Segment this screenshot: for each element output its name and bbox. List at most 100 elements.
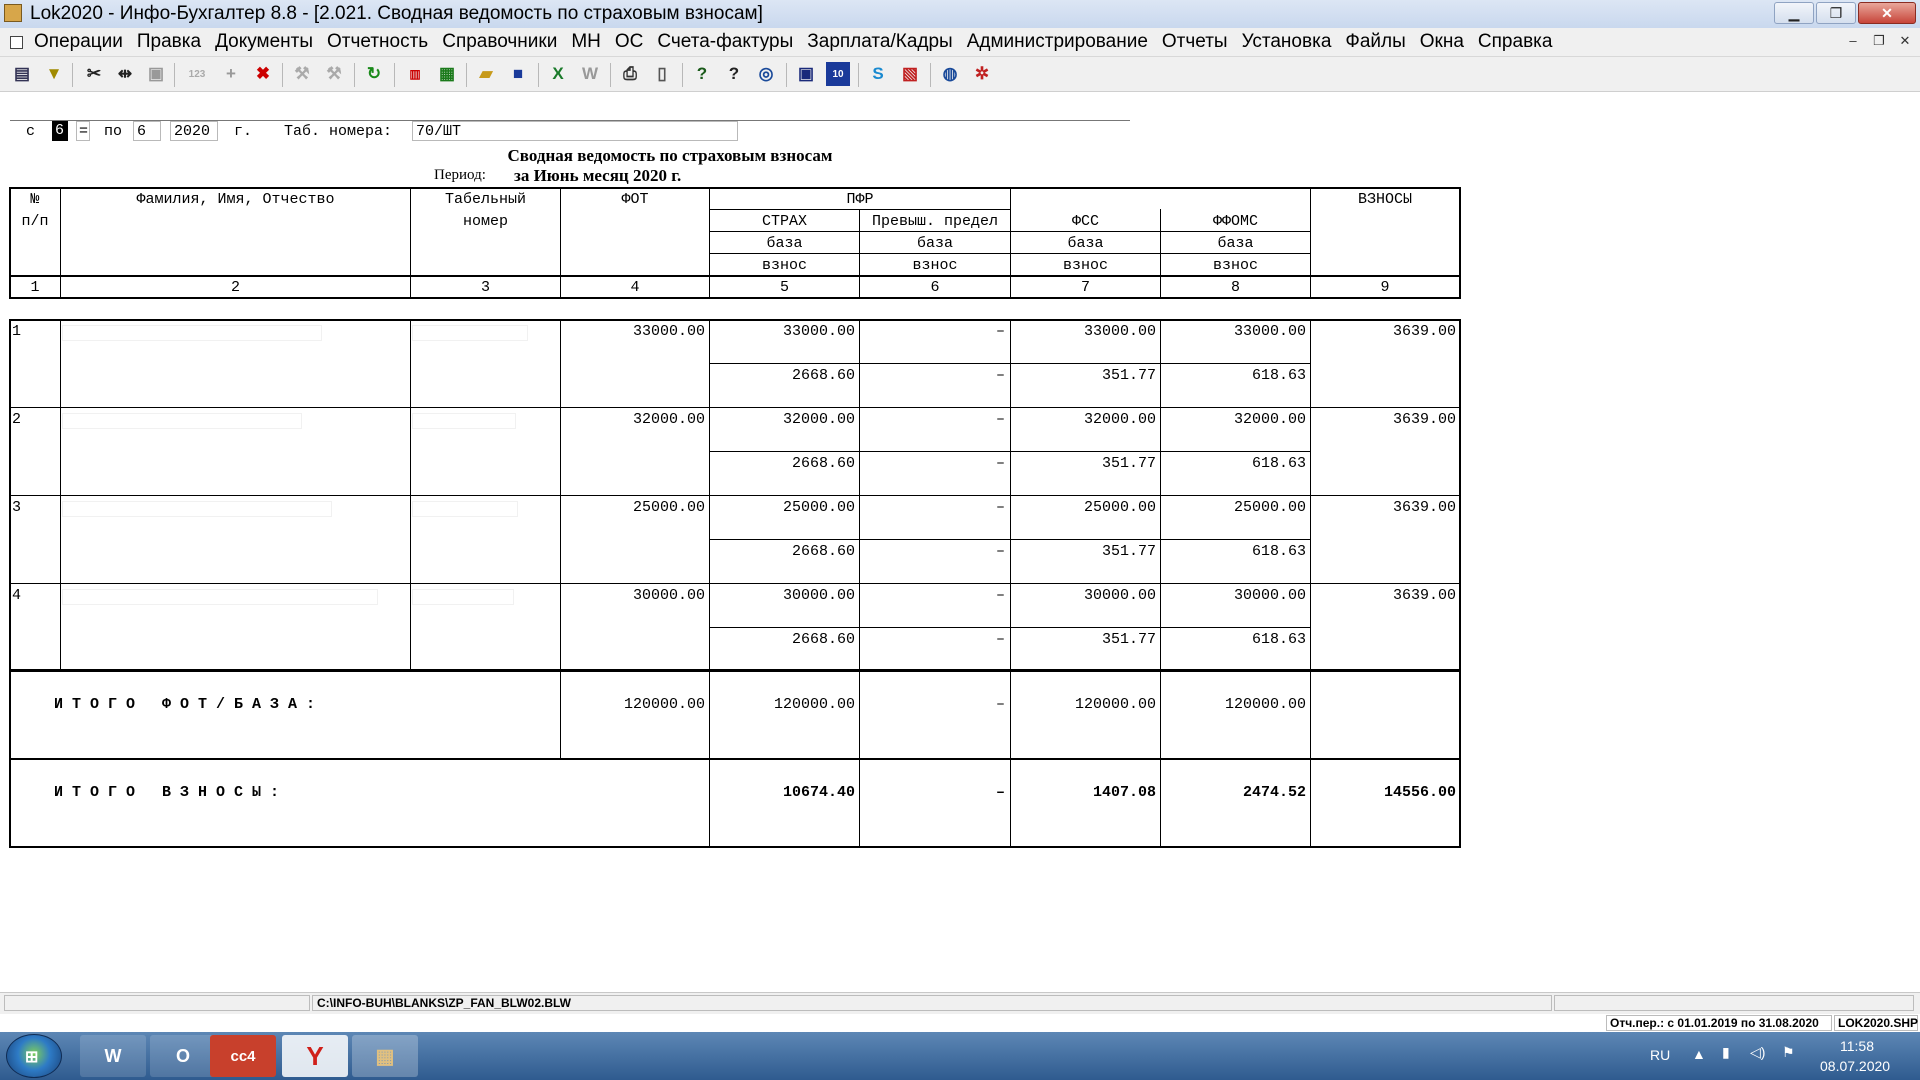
- window-titlebar: Lok2020 - Инфо-Бухгалтер 8.8 - [2.021. С…: [0, 0, 1920, 29]
- word-icon[interactable]: W: [80, 1035, 146, 1077]
- row-ffoms-base: 32000.00: [1233, 411, 1306, 428]
- row-strakh-vznos: 2668.60: [791, 543, 855, 560]
- calculator-icon[interactable]: ▦: [435, 62, 459, 86]
- menu-salary[interactable]: Зарплата/Кадры: [807, 31, 952, 53]
- excel-icon[interactable]: X: [546, 62, 570, 86]
- from-value-field[interactable]: 6: [52, 121, 68, 141]
- row-ffoms-vznos: 618.63: [1251, 631, 1306, 648]
- open-folder-icon[interactable]: ▰: [474, 62, 498, 86]
- pdf-icon[interactable]: ▥: [403, 62, 427, 86]
- split-icon[interactable]: ⇹: [113, 62, 137, 86]
- document-system-menu-icon[interactable]: [10, 36, 23, 49]
- app-icon[interactable]: [4, 4, 22, 22]
- mdi-close-button[interactable]: ✕: [1894, 31, 1916, 51]
- restore-button[interactable]: ❐: [1816, 2, 1856, 24]
- preview-icon[interactable]: ▯: [650, 62, 674, 86]
- menu-edit[interactable]: Правка: [137, 31, 201, 53]
- menu-reporting[interactable]: Отчетность: [327, 31, 428, 53]
- ib10-icon[interactable]: 10: [826, 62, 850, 86]
- abacus-icon[interactable]: ▦: [352, 1035, 418, 1077]
- yandex-icon[interactable]: Y: [282, 1035, 348, 1077]
- totals-v-total: 14556.00: [1383, 784, 1456, 801]
- header-vznos: взнос: [1212, 257, 1258, 274]
- volume-icon[interactable]: ◁): [1750, 1044, 1765, 1061]
- network-icon[interactable]: ✲: [970, 62, 994, 86]
- menu-documents[interactable]: Документы: [215, 31, 313, 53]
- row-ffoms-vznos: 618.63: [1251, 455, 1306, 472]
- menu-os[interactable]: ОС: [615, 31, 644, 53]
- year-field[interactable]: 2020: [170, 121, 218, 141]
- menu-operations[interactable]: Операции: [34, 31, 123, 53]
- colnum: 2: [230, 279, 240, 296]
- menu-help[interactable]: Справка: [1478, 31, 1553, 53]
- start-button[interactable]: ⊞: [6, 1034, 62, 1078]
- row-fot: 30000.00: [632, 587, 705, 604]
- tab-numbers-field[interactable]: 70/ШТ: [412, 121, 738, 141]
- totals-ffoms: 120000.00: [1224, 696, 1306, 713]
- numbering-icon[interactable]: 123: [185, 62, 209, 86]
- header-vznos: взнос: [761, 257, 807, 274]
- paste-icon[interactable]: ▣: [144, 62, 168, 86]
- status-bar: C:\INFO-BUH\BLANKS\ZP_FAN_BLW02.BLW: [0, 992, 1920, 1015]
- totals-v-strakh: 10674.40: [782, 784, 855, 801]
- clock-date[interactable]: 08.07.2020: [1820, 1058, 1890, 1074]
- add-icon[interactable]: +: [219, 62, 243, 86]
- to-label: по: [104, 123, 123, 140]
- period-select-button[interactable]: =: [76, 121, 90, 141]
- word-icon[interactable]: W: [578, 62, 602, 86]
- menu-administration[interactable]: Администрирование: [967, 31, 1148, 53]
- skype-icon[interactable]: S: [866, 62, 890, 86]
- compass-icon[interactable]: ◎: [754, 62, 778, 86]
- globe-icon[interactable]: ◍: [938, 62, 962, 86]
- cc4-icon[interactable]: cc4: [210, 1035, 276, 1077]
- totals-strakh: 120000.00: [773, 696, 855, 713]
- menu-mn[interactable]: МН: [571, 31, 601, 53]
- save-icon[interactable]: ■: [506, 62, 530, 86]
- remote-icon[interactable]: ▧: [898, 62, 922, 86]
- close-button[interactable]: ✕: [1858, 2, 1916, 24]
- outlook-icon[interactable]: O: [150, 1035, 216, 1077]
- menu-reports[interactable]: Отчеты: [1162, 31, 1228, 53]
- context-help-icon[interactable]: ?: [722, 62, 746, 86]
- totals-vznosy-row: [9, 758, 1461, 848]
- tool2-icon[interactable]: ⚒: [322, 62, 346, 86]
- colnum: 4: [630, 279, 640, 296]
- network-icon[interactable]: ▮: [1722, 1044, 1730, 1061]
- menu-invoices[interactable]: Счета-фактуры: [657, 31, 793, 53]
- menu-directories[interactable]: Справочники: [442, 31, 557, 53]
- minimize-button[interactable]: ▁: [1774, 2, 1814, 24]
- to-value-field[interactable]: 6: [133, 121, 161, 141]
- filter-icon[interactable]: ▼: [42, 62, 66, 86]
- row-prev-base: –: [995, 323, 1005, 340]
- row-prev-base: –: [995, 499, 1005, 516]
- colnum: 8: [1230, 279, 1240, 296]
- row-prev-base: –: [995, 411, 1005, 428]
- mdi-restore-button[interactable]: ❐: [1868, 31, 1890, 51]
- menu-setup[interactable]: Установка: [1242, 31, 1332, 53]
- menu-files[interactable]: Файлы: [1345, 31, 1405, 53]
- mdi-minimize-button[interactable]: –: [1842, 31, 1864, 51]
- cut-icon[interactable]: ✂: [82, 62, 106, 86]
- toolbar: ▤ ▼ ✂ ⇹ ▣ 123 + ✖ ⚒ ⚒ ↻ ▥ ▦ ▰ ■ X W ⎙ ▯ …: [0, 57, 1920, 92]
- help-icon[interactable]: ?: [690, 62, 714, 86]
- header-num-sub: п/п: [21, 213, 49, 230]
- print-icon[interactable]: ⎙: [618, 62, 642, 86]
- tool-icon[interactable]: ⚒: [290, 62, 314, 86]
- delete-icon[interactable]: ✖: [251, 62, 275, 86]
- row-fss-vznos: 351.77: [1101, 367, 1156, 384]
- tray-expand-icon[interactable]: ▲: [1692, 1046, 1706, 1062]
- totals-fot-row: [9, 670, 1461, 760]
- row-ffoms-vznos: 618.63: [1251, 543, 1306, 560]
- book-icon[interactable]: ▣: [794, 62, 818, 86]
- sheet-icon[interactable]: ▤: [10, 62, 34, 86]
- menu-windows[interactable]: Окна: [1420, 31, 1464, 53]
- colnum: 9: [1380, 279, 1390, 296]
- row-prev-vznos: –: [995, 455, 1005, 472]
- row-fss-base: 33000.00: [1083, 323, 1156, 340]
- refresh-icon[interactable]: ↻: [362, 62, 386, 86]
- language-indicator[interactable]: RU: [1650, 1047, 1670, 1063]
- totals-fot-label: И Т О Г О Ф О Т / Б А З А :: [54, 696, 316, 713]
- flag-icon[interactable]: ⚑: [1782, 1044, 1795, 1061]
- row-strakh-vznos: 2668.60: [791, 631, 855, 648]
- clock-time[interactable]: 11:58: [1840, 1038, 1874, 1054]
